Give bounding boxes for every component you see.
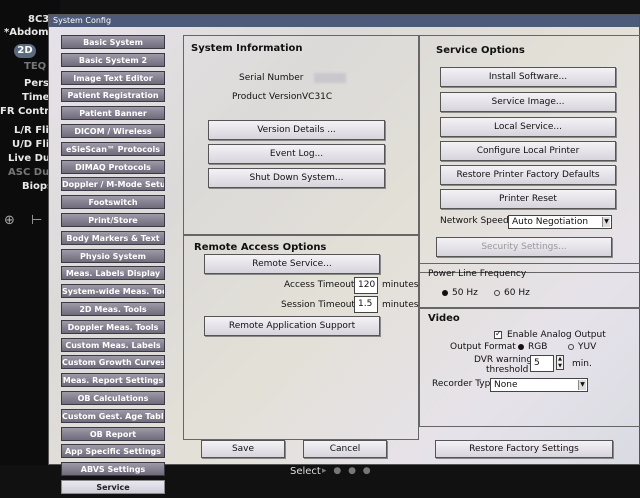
tab-custom-growth-curves[interactable]: Custom Growth Curves	[61, 355, 165, 370]
session-timeout-unit: minutes	[382, 300, 419, 310]
radio-50hz-label: 50 Hz	[452, 288, 478, 298]
radio-60hz-label: 60 Hz	[504, 288, 530, 298]
network-speed-value: Auto Negotiation	[512, 217, 589, 227]
power-line-frequency-panel: Power Line Frequency 50 Hz 60 Hz	[419, 263, 640, 308]
power-line-frequency-title: Power Line Frequency	[428, 269, 527, 279]
tab-basic-system[interactable]: Basic System	[61, 35, 165, 49]
tab-print-store[interactable]: Print/Store	[61, 212, 165, 227]
tab-custom-gest-age-tables[interactable]: Custom Gest. Age Tables	[61, 408, 165, 423]
tab-patient-banner[interactable]: Patient Banner	[61, 106, 165, 121]
tab-basic-system-2[interactable]: Basic System 2	[61, 52, 165, 67]
restore-printer-defaults-button[interactable]: Restore Printer Factory Defaults	[440, 165, 616, 185]
dvr-warning-label: DVR warning	[474, 355, 533, 365]
tab-custom-meas-labels[interactable]: Custom Meas. Labels	[61, 337, 165, 352]
restore-factory-settings-button[interactable]: Restore Factory Settings	[435, 440, 613, 458]
cancel-button[interactable]: Cancel	[303, 440, 387, 458]
recorder-type-value: None	[494, 380, 518, 390]
access-timeout-unit: minutes	[382, 280, 419, 290]
mode-badge[interactable]: 2D	[14, 44, 36, 58]
product-version-label: Product Version	[232, 92, 303, 102]
tab-footswitch[interactable]: Footswitch	[61, 195, 165, 210]
security-settings-button[interactable]: Security Settings...	[436, 237, 612, 257]
radio-yuv-label: YUV	[578, 342, 597, 352]
radio-selected-icon	[518, 343, 524, 350]
printer-reset-button[interactable]: Printer Reset	[440, 189, 616, 209]
service-image-button[interactable]: Service Image...	[440, 92, 616, 112]
remote-application-support-button[interactable]: Remote Application Support	[204, 316, 380, 336]
radio-selected-icon	[442, 289, 448, 296]
video-title: Video	[428, 313, 460, 324]
tab-doppler-mmode-setup[interactable]: Doppler / M-Mode Setup	[61, 177, 165, 192]
tab-dicom-wireless[interactable]: DICOM / Wireless	[61, 123, 165, 138]
chevron-down-icon: ▼	[578, 380, 586, 390]
tab-abvs-settings[interactable]: ABVS Settings	[61, 462, 165, 477]
system-information-panel: System Information Serial Number Product…	[183, 35, 419, 235]
access-timeout-label: Access Timeout	[284, 280, 355, 290]
save-button[interactable]: Save	[201, 440, 285, 458]
window-title: System Config	[49, 15, 639, 27]
service-options-title: Service Options	[436, 45, 525, 56]
radio-yuv[interactable]: YUV	[568, 342, 596, 352]
session-timeout-label: Session Timeout	[281, 300, 355, 310]
access-timeout-input[interactable]: 120	[354, 277, 378, 294]
tab-ob-report[interactable]: OB Report	[61, 426, 165, 441]
system-config-window: System Config Basic System Basic System …	[48, 14, 640, 494]
session-timeout-input[interactable]: 1.5	[354, 296, 378, 313]
tab-esiescan-protocols[interactable]: eSieScan™ Protocols	[61, 141, 165, 156]
dvr-threshold-unit: min.	[572, 359, 592, 369]
analog-output-checkbox[interactable]: Enable Analog Output	[494, 329, 606, 340]
recorder-type-label: Recorder Type	[432, 379, 496, 389]
cursor-icon: ▸ ● ● ●	[322, 466, 373, 476]
radio-unselected-icon	[568, 343, 574, 350]
remote-access-title: Remote Access Options	[194, 242, 327, 253]
recorder-type-dropdown[interactable]: None ▼	[490, 378, 588, 392]
product-version-value: VC31C	[302, 92, 333, 102]
tab-system-wide-meas-tools[interactable]: System-wide Meas. Tools	[61, 284, 165, 299]
network-speed-label: Network Speed	[440, 216, 509, 226]
tab-list: Basic System Basic System 2 Image Text E…	[61, 35, 179, 498]
transducer-label: 8C3	[28, 14, 50, 25]
serial-number-value	[314, 73, 346, 83]
network-speed-dropdown[interactable]: Auto Negotiation ▼	[508, 215, 612, 229]
tab-service[interactable]: Service	[61, 479, 165, 494]
tab-patient-registration[interactable]: Patient Registration	[61, 88, 165, 103]
output-format-label: Output Format	[450, 342, 516, 352]
dvr-threshold-stepper[interactable]: ▲ ▼	[556, 355, 564, 370]
chevron-down-icon: ▼	[602, 217, 610, 227]
dvr-threshold-label: threshold	[486, 365, 529, 375]
tab-dimaq-protocols[interactable]: DIMAQ Protocols	[61, 159, 165, 174]
tab-ob-calculations[interactable]: OB Calculations	[61, 390, 165, 405]
radio-unselected-icon	[494, 289, 500, 296]
analog-output-label: Enable Analog Output	[507, 330, 606, 340]
service-options-panel: Service Options Install Software... Serv…	[419, 35, 640, 273]
tab-meas-labels-display[interactable]: Meas. Labels Display	[61, 266, 165, 281]
radio-rgb-label: RGB	[528, 342, 548, 352]
select-label: Select	[290, 466, 321, 477]
tab-doppler-meas-tools[interactable]: Doppler Meas. Tools	[61, 319, 165, 334]
radio-60hz[interactable]: 60 Hz	[494, 288, 530, 298]
shut-down-system-button[interactable]: Shut Down System...	[208, 168, 385, 188]
install-software-button[interactable]: Install Software...	[440, 67, 616, 87]
dvr-threshold-input[interactable]: 5	[530, 355, 554, 372]
version-details-button[interactable]: Version Details ...	[208, 120, 385, 140]
tab-meas-report-settings[interactable]: Meas. Report Settings	[61, 373, 165, 388]
video-panel: Video Enable Analog Output Output Format…	[419, 308, 640, 427]
tab-image-text-editor[interactable]: Image Text Editor	[61, 70, 165, 85]
radio-50hz[interactable]: 50 Hz	[442, 288, 478, 298]
tab-app-specific-settings[interactable]: App Specific Settings	[61, 444, 165, 459]
radio-rgb[interactable]: RGB	[518, 342, 547, 352]
remote-access-panel: Remote Access Options Remote Service... …	[183, 235, 419, 440]
serial-number-label: Serial Number	[239, 73, 304, 83]
tab-physio-system[interactable]: Physio System	[61, 248, 165, 263]
event-log-button[interactable]: Event Log...	[208, 144, 385, 164]
tab-2d-meas-tools[interactable]: 2D Meas. Tools	[61, 301, 165, 316]
checkbox-checked-icon	[494, 329, 502, 339]
remote-service-button[interactable]: Remote Service...	[204, 254, 380, 274]
system-information-title: System Information	[191, 43, 303, 54]
configure-local-printer-button[interactable]: Configure Local Printer	[440, 141, 616, 161]
tab-body-markers-text[interactable]: Body Markers & Text	[61, 230, 165, 245]
nav-icons[interactable]: ⊕ ⊢	[4, 213, 48, 228]
teq-label[interactable]: TEQ	[24, 61, 46, 72]
local-service-button[interactable]: Local Service...	[440, 117, 616, 137]
